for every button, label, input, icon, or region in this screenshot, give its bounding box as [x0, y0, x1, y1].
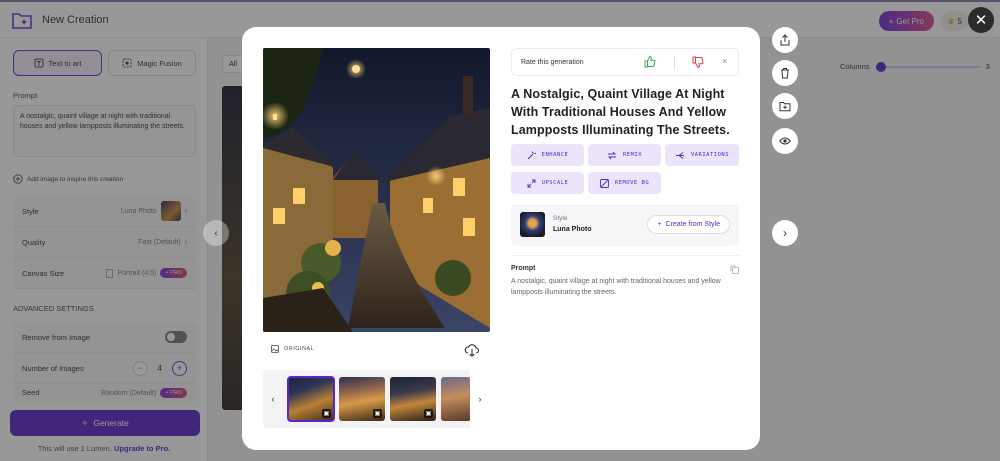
visibility-button[interactable] [772, 128, 798, 154]
variations-icon [675, 151, 684, 159]
next-image-button[interactable]: › [772, 220, 798, 246]
remix-arrows-icon [607, 151, 617, 159]
chevron-left-icon: ‹ [271, 394, 275, 404]
prompt-heading: Prompt [511, 265, 536, 272]
dismiss-rating-icon[interactable]: × [722, 56, 727, 66]
add-to-folder-button[interactable] [772, 93, 798, 119]
village-night-image [263, 48, 490, 332]
action-label: ENHANCE [541, 152, 569, 158]
thumbnail-4[interactable] [441, 377, 471, 421]
style-thumbnail [520, 212, 545, 237]
previous-image-button[interactable]: ‹ [203, 220, 229, 246]
share-icon [780, 34, 790, 46]
upscale-expand-icon [527, 179, 536, 187]
download-cloud-icon[interactable] [464, 343, 480, 357]
image-icon: ▣ [424, 409, 433, 418]
remix-button[interactable]: REMIX [588, 144, 661, 166]
delete-button[interactable] [772, 60, 798, 86]
enhance-wand-icon [527, 150, 536, 159]
generation-detail-modal: ORIGINAL ‹ ▣ ▣ ▣ › Rate this generation … [242, 27, 760, 450]
rate-divider [674, 56, 675, 70]
thumbnail-1[interactable]: ▣ [287, 376, 335, 422]
image-icon [271, 345, 279, 353]
rate-label: Rate this generation [521, 58, 584, 66]
rate-generation-bar: Rate this generation × [511, 48, 739, 76]
remove-bg-icon [599, 178, 609, 188]
thumbs-up-icon[interactable] [643, 55, 657, 69]
variations-button[interactable]: VARIATIONS [665, 144, 739, 166]
action-label: VARIATIONS [690, 152, 730, 158]
thumbnail-2[interactable]: ▣ [339, 377, 385, 421]
enhance-button[interactable]: ENHANCE [511, 144, 584, 166]
divider [511, 255, 739, 256]
eye-icon [779, 137, 791, 145]
original-label-row: ORIGINAL [271, 345, 314, 353]
folder-plus-icon [779, 102, 791, 112]
generated-image[interactable] [263, 48, 490, 332]
thumbs-prev-button[interactable]: ‹ [263, 370, 283, 428]
thumbnail-strip: ‹ ▣ ▣ ▣ › [263, 370, 490, 428]
close-modal-button[interactable]: ✕ [968, 7, 994, 33]
action-label: REMOVE BG [614, 180, 650, 186]
thumbs-next-button[interactable]: › [470, 370, 490, 428]
action-label: REMIX [622, 152, 643, 158]
share-button[interactable] [772, 27, 798, 53]
upscale-button[interactable]: UPSCALE [511, 172, 584, 194]
style-name: Luna Photo [553, 226, 592, 233]
trash-icon [781, 68, 789, 79]
chevron-right-icon: › [783, 226, 787, 240]
copy-icon[interactable] [730, 265, 739, 274]
thumbs-down-icon[interactable] [691, 55, 705, 69]
remove-bg-button[interactable]: REMOVE BG [588, 172, 661, 194]
chevron-right-icon: › [478, 394, 482, 404]
image-icon: ▣ [373, 409, 382, 418]
style-card: Style Luna Photo + Create from Style [511, 204, 739, 246]
plus-icon: + [657, 221, 662, 228]
generation-title: A Nostalgic, Quaint Village At Night Wit… [511, 87, 730, 138]
chevron-left-icon: ‹ [214, 227, 218, 239]
original-label: ORIGINAL [284, 346, 315, 352]
style-label: Style [553, 215, 568, 222]
create-from-style-button[interactable]: + Create from Style [647, 215, 730, 234]
action-label: UPSCALE [541, 180, 569, 186]
image-icon: ▣ [322, 409, 331, 418]
thumbnail-3[interactable]: ▣ [390, 377, 436, 421]
prompt-text: A nostalgic, quaint village at night wit… [511, 278, 721, 296]
create-from-style-label: Create from Style [665, 221, 720, 228]
